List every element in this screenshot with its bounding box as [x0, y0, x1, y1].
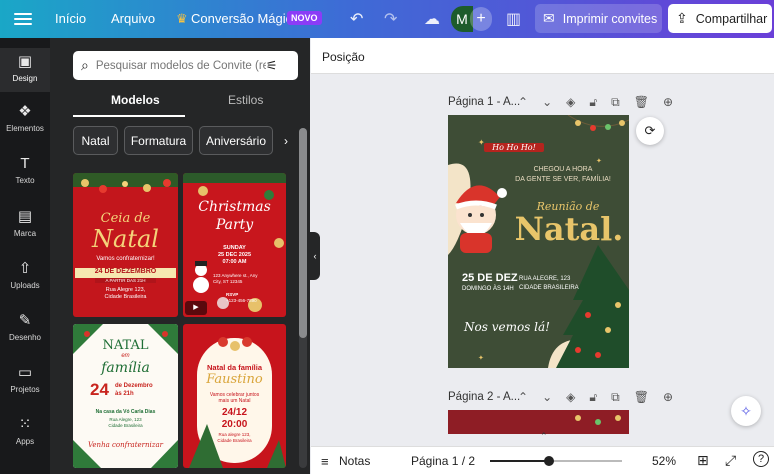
regenerate-icon[interactable]: ⟳ — [636, 117, 664, 145]
draw-icon: ✎ — [18, 312, 32, 329]
trash-icon[interactable]: 🗑︎ — [634, 390, 649, 405]
page-indicator[interactable]: Página 1 / 2 — [411, 454, 475, 468]
add-page-icon[interactable]: ⊕ — [663, 95, 673, 110]
rail-brand[interactable]: ▤ Marca — [0, 207, 50, 238]
page-2-toolbar: ⌃ ⌄ ◈ 🔓︎ ⧉ 🗑︎ ⊕ — [518, 390, 673, 405]
lock-icon[interactable]: 🔓︎ — [589, 390, 597, 405]
rail-text[interactable]: T Texto — [0, 155, 50, 185]
search-input[interactable] — [95, 59, 266, 72]
chevron-up-icon[interactable]: ⌃ — [518, 95, 528, 110]
chevron-down-icon[interactable]: ⌄ — [542, 95, 552, 110]
help-icon[interactable]: ? — [753, 451, 769, 467]
template-card[interactable]: Christmas Party SUNDAY 25 DEC 2025 07:00… — [183, 173, 286, 317]
text-icon: T — [20, 155, 30, 172]
brand-icon: ▤ — [17, 208, 33, 225]
rail-design[interactable]: ▣ Design — [0, 48, 50, 92]
context-toolbar — [311, 38, 774, 74]
add-collaborator-button[interactable]: + — [470, 7, 492, 31]
search-icon: ⌕ — [81, 57, 89, 73]
hide-icon[interactable]: ◈ — [566, 390, 575, 405]
home-link[interactable]: Início — [55, 11, 86, 26]
chip-aniversario[interactable]: Aniversário — [199, 126, 273, 155]
page-2-decoration — [575, 415, 621, 425]
rail-apps[interactable]: ⁙ Apps — [0, 415, 50, 446]
page-1-title[interactable]: Página 1 - A... — [448, 96, 520, 108]
rail-uploads[interactable]: ⇧ Uploads — [0, 259, 50, 290]
magic-assistant-icon[interactable]: ✧ — [731, 396, 761, 426]
crown-icon: ♛ — [176, 11, 188, 26]
chip-natal[interactable]: Natal — [73, 126, 118, 155]
lock-icon[interactable]: 🔓︎ — [589, 95, 597, 110]
redo-icon[interactable]: ↷ — [384, 9, 397, 29]
add-page-icon[interactable]: ⊕ — [663, 390, 673, 405]
bottom-bar: ≡ Notas Página 1 / 2 52% ⊞ ⤢ ? — [311, 446, 774, 474]
menu-icon[interactable] — [14, 10, 32, 28]
cloud-sync-icon[interactable]: ☁ — [424, 9, 440, 29]
file-menu[interactable]: Arquivo — [111, 11, 155, 26]
top-bar: Início Arquivo ♛ Conversão Mágica NOVO ↶… — [0, 0, 774, 38]
zoom-slider-handle[interactable] — [544, 456, 555, 466]
page-2-title[interactable]: Página 2 - A... — [448, 391, 520, 403]
layout-icon: ▣ — [17, 53, 33, 70]
video-play-icon: ▶ — [185, 301, 207, 315]
tab-templates[interactable]: Modelos — [111, 93, 160, 107]
chip-formatura[interactable]: Formatura — [124, 126, 193, 155]
new-badge: NOVO — [287, 11, 322, 25]
duplicate-icon[interactable]: ⧉ — [611, 390, 620, 405]
position-button[interactable]: Posição — [322, 50, 365, 64]
page-1-canvas[interactable]: ✦ ✦ ✦ ✦ Ho Ho Ho! CHEGOU A HORA DA GENTE… — [448, 115, 629, 368]
trash-icon[interactable]: 🗑︎ — [634, 95, 649, 110]
template-card[interactable]: NATAL em família 24 de Dezembro às 21h N… — [73, 324, 178, 468]
upload-icon: ⇧ — [18, 260, 32, 277]
notes-button[interactable]: Notas — [339, 454, 370, 468]
rail-elements[interactable]: ❖ Elementos — [0, 102, 50, 133]
side-rail: ▣ Design ❖ Elementos T Texto ▤ Marca ⇧ Upload… — [0, 38, 50, 474]
rail-projects[interactable]: ▭ Projetos — [0, 363, 50, 394]
zoom-level[interactable]: 52% — [652, 454, 676, 468]
chevron-down-icon[interactable]: ⌄ — [542, 390, 552, 405]
svg-text:✦: ✦ — [596, 157, 602, 165]
page-1-toolbar: ⌃ ⌄ ◈ 🔓︎ ⧉ 🗑︎ ⊕ — [518, 95, 673, 110]
rail-draw[interactable]: ✎ Desenho — [0, 311, 50, 342]
filter-icon[interactable]: ⚟ — [266, 58, 278, 74]
elements-icon: ❖ — [18, 103, 32, 120]
folder-icon: ▭ — [17, 364, 33, 381]
duplicate-icon[interactable]: ⧉ — [611, 95, 620, 110]
chevron-up-icon[interactable]: ⌃ — [540, 432, 548, 441]
chevron-right-icon[interactable]: › — [276, 126, 296, 155]
mail-icon: ✉ — [543, 10, 555, 26]
tab-styles[interactable]: Estilos — [228, 93, 263, 107]
panel-tabs: Modelos Estilos — [73, 88, 298, 116]
collapse-panel-handle[interactable]: ‹ — [310, 232, 320, 280]
zoom-slider-fill — [490, 460, 550, 462]
notes-icon[interactable]: ≡ — [321, 454, 329, 469]
canvas-hscroll[interactable]: ⌃ — [318, 432, 763, 441]
template-search[interactable]: ⌕ ⚟ — [73, 51, 298, 80]
magic-switch-button[interactable]: Conversão Mágica — [191, 11, 299, 26]
undo-icon[interactable]: ↶ — [350, 9, 363, 29]
svg-text:✦: ✦ — [478, 354, 484, 362]
fullscreen-icon[interactable]: ⤢ — [725, 452, 736, 469]
chevron-up-icon[interactable]: ⌃ — [518, 390, 528, 405]
hide-icon[interactable]: ◈ — [566, 95, 575, 110]
page-2-canvas[interactable] — [448, 410, 629, 434]
template-card[interactable]: Ceia de Natal Vamos confraternizar! 24 D… — [73, 173, 178, 317]
panel-scrollbar[interactable] — [299, 128, 307, 338]
share-icon: ⇪ — [676, 10, 688, 26]
print-invites-button[interactable]: ✉ Imprimir convites — [535, 4, 662, 33]
share-button[interactable]: ⇪ Compartilhar — [668, 4, 772, 33]
analytics-icon[interactable]: ▥ — [506, 9, 521, 29]
grid-view-icon[interactable]: ⊞ — [697, 452, 709, 469]
template-card[interactable]: Natal da família Faustino Vamos celebrar… — [183, 324, 286, 468]
apps-icon: ⁙ — [18, 416, 32, 433]
active-tab-indicator — [73, 115, 185, 117]
